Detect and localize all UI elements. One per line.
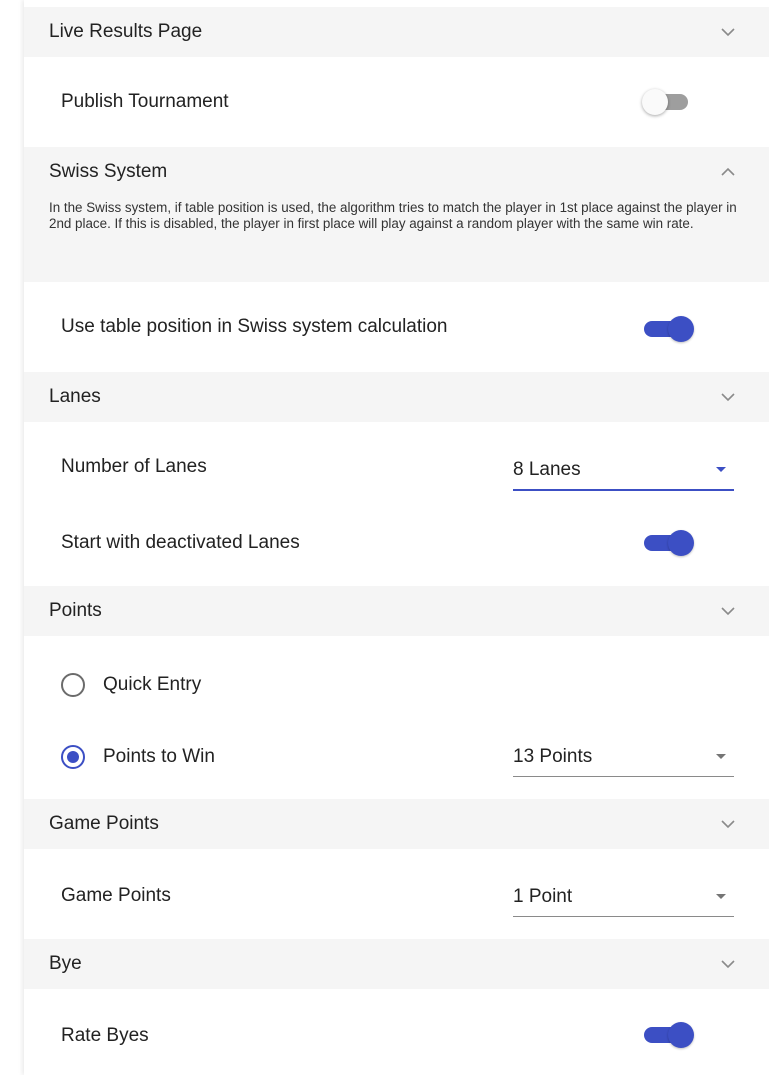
use-table-position-label: Use table position in Swiss system calcu… xyxy=(61,316,448,337)
number-of-lanes-select[interactable]: 8 Lanes xyxy=(513,453,734,491)
section-header-live-results[interactable]: Live Results Page xyxy=(24,7,769,57)
chevron-down-icon[interactable] xyxy=(720,27,736,37)
section-title-swiss-system: Swiss System xyxy=(49,161,168,182)
deactivated-lanes-toggle[interactable] xyxy=(642,527,696,557)
chevron-up-icon[interactable] xyxy=(720,167,736,177)
publish-tournament-label: Publish Tournament xyxy=(61,91,229,112)
points-to-win-select[interactable]: 13 Points xyxy=(513,740,734,777)
section-title-lanes: Lanes xyxy=(49,386,101,407)
game-points-label: Game Points xyxy=(61,885,171,906)
section-header-bye[interactable]: Bye xyxy=(24,939,769,989)
chevron-down-icon[interactable] xyxy=(720,606,736,616)
section-header-lanes[interactable]: Lanes xyxy=(24,372,769,422)
number-of-lanes-label: Number of Lanes xyxy=(61,456,207,477)
dropdown-arrow-icon xyxy=(716,894,726,899)
section-title-game-points: Game Points xyxy=(49,813,159,834)
points-to-win-label[interactable]: Points to Win xyxy=(103,746,215,768)
toggle-thumb xyxy=(668,530,694,556)
toggle-thumb xyxy=(668,1022,694,1048)
chevron-down-icon[interactable] xyxy=(720,819,736,829)
section-header-points[interactable]: Points xyxy=(24,586,769,636)
chevron-down-icon[interactable] xyxy=(720,392,736,402)
settings-panel: Live Results Page Publish Tournament Swi… xyxy=(24,0,769,1075)
quick-entry-radio[interactable] xyxy=(61,673,85,697)
game-points-value: 1 Point xyxy=(513,886,573,907)
use-table-position-toggle[interactable] xyxy=(642,313,696,343)
dropdown-arrow-icon xyxy=(716,754,726,759)
section-header-swiss-system[interactable]: Swiss System In the Swiss system, if tab… xyxy=(24,147,769,282)
rate-byes-toggle[interactable] xyxy=(642,1019,696,1049)
section-title-live-results: Live Results Page xyxy=(49,21,203,42)
toggle-thumb xyxy=(668,316,694,342)
points-to-win-radio[interactable] xyxy=(61,745,85,769)
rate-byes-label: Rate Byes xyxy=(61,1025,149,1046)
section-title-bye: Bye xyxy=(49,953,82,974)
swiss-system-description: In the Swiss system, if table position i… xyxy=(49,200,737,231)
section-header-game-points[interactable]: Game Points xyxy=(24,799,769,849)
radio-dot xyxy=(67,751,79,763)
game-points-select[interactable]: 1 Point xyxy=(513,880,734,917)
points-to-win-value: 13 Points xyxy=(513,746,593,767)
dropdown-arrow-icon xyxy=(716,467,726,472)
number-of-lanes-value: 8 Lanes xyxy=(513,459,581,480)
toggle-thumb xyxy=(642,89,668,115)
quick-entry-label[interactable]: Quick Entry xyxy=(103,674,201,696)
section-title-points: Points xyxy=(49,600,102,621)
deactivated-lanes-label: Start with deactivated Lanes xyxy=(61,532,300,553)
publish-tournament-toggle[interactable] xyxy=(642,86,696,116)
chevron-down-icon[interactable] xyxy=(720,959,736,969)
